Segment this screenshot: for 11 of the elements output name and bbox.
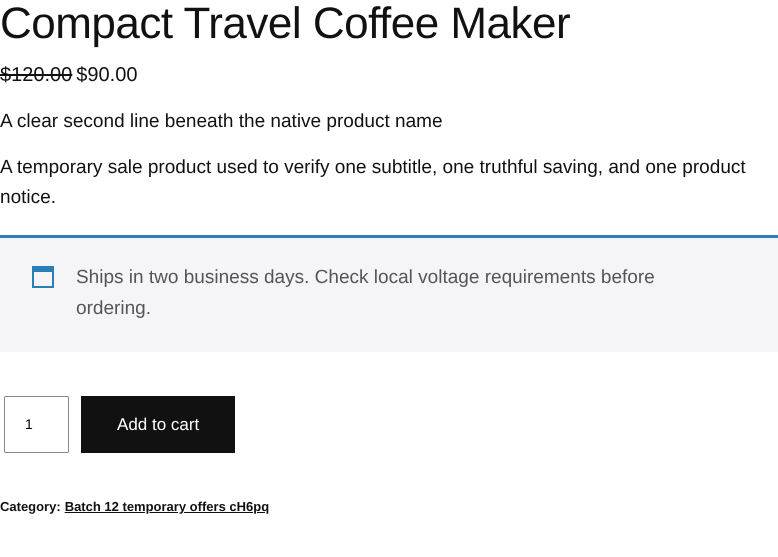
notice-text: Ships in two business days. Check local voltage requirements before ordering. bbox=[76, 266, 656, 321]
product-subtitle: A clear second line beneath the native product name bbox=[0, 110, 444, 134]
category-link[interactable]: Batch 12 temporary offers cH6pq bbox=[64, 496, 270, 516]
quantity-field[interactable]: 1 bbox=[4, 396, 69, 453]
original-price: $120.00 bbox=[0, 63, 72, 88]
product-title: Compact Travel Coffee Maker bbox=[0, 0, 572, 48]
category-label: Category: bbox=[0, 498, 61, 516]
sale-price: $90.00 bbox=[76, 63, 138, 88]
window-icon bbox=[32, 266, 54, 288]
product-description: A temporary sale product used to verify one subtitle, one truthful saving, and one product notice. bbox=[0, 156, 747, 210]
add-to-cart-button[interactable]: Add to cart bbox=[81, 396, 236, 453]
